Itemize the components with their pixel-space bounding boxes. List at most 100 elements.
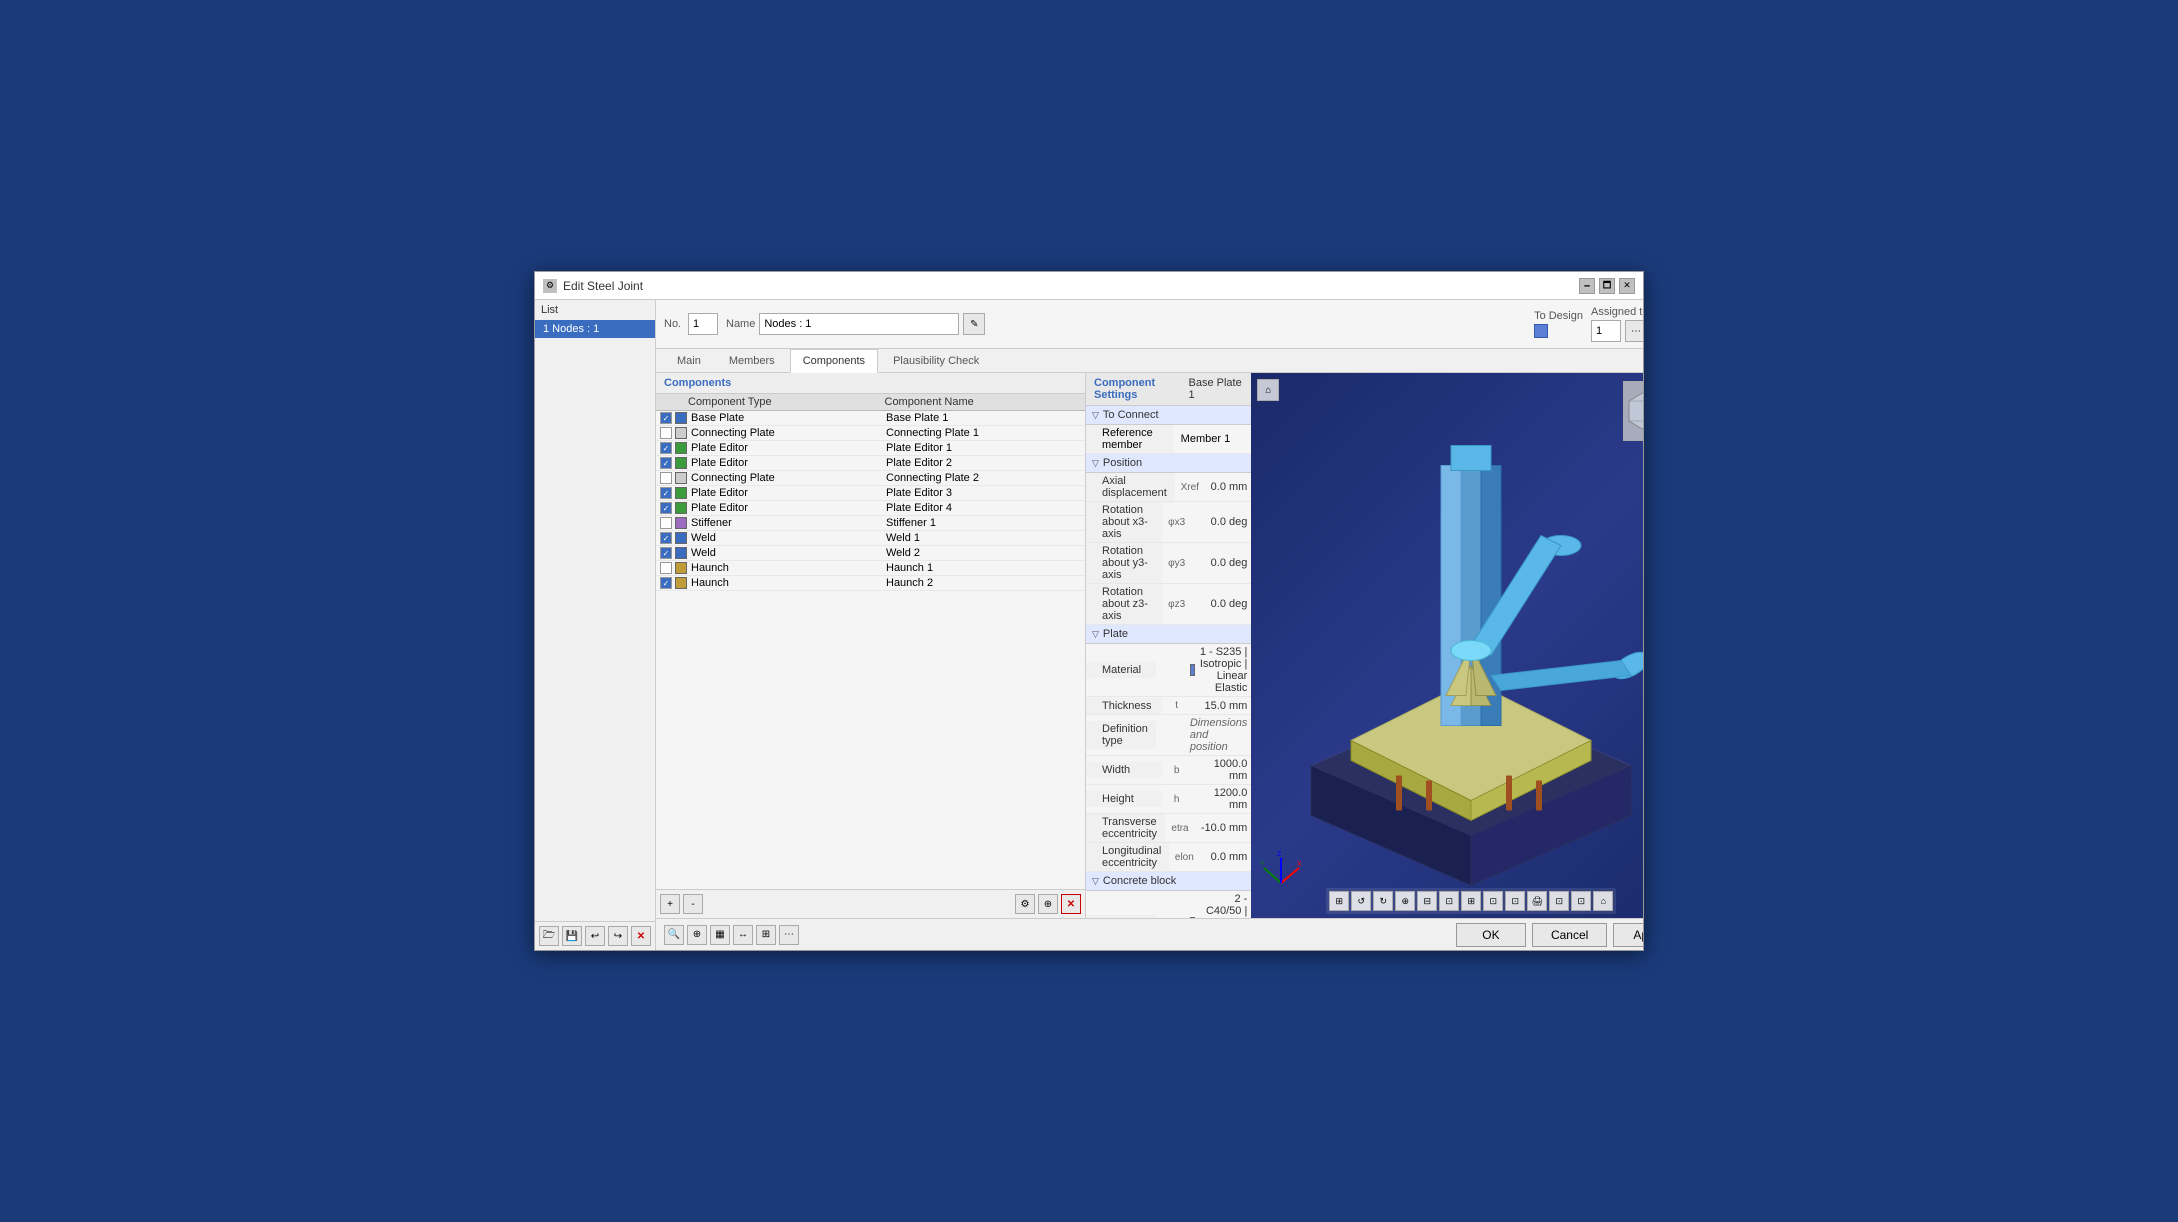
save-btn[interactable]: 💾	[562, 926, 582, 946]
plate-header[interactable]: ▽ Plate	[1086, 625, 1251, 644]
comp-row[interactable]: Haunch Haunch 1	[656, 561, 1085, 576]
position-header[interactable]: ▽ Position	[1086, 454, 1251, 473]
assigned-label: Assigned to Nodes	[1591, 306, 1643, 318]
comp-row[interactable]: ✓ Plate Editor Plate Editor 3	[656, 486, 1085, 501]
titlebar-controls[interactable]: 🗕 🗖 ✕	[1579, 278, 1635, 294]
comp-settings-btn[interactable]: ⚙	[1015, 894, 1035, 914]
comp-type: Stiffener	[691, 517, 886, 529]
comp-row[interactable]: ✓ Plate Editor Plate Editor 2	[656, 456, 1085, 471]
comp-checkbox[interactable]: ✓	[660, 412, 672, 424]
apply-button[interactable]: Apply	[1613, 923, 1643, 947]
comp-row[interactable]: ✓ Weld Weld 2	[656, 546, 1085, 561]
viewer-btn-12[interactable]: ⊡	[1571, 891, 1591, 911]
bottom-bar: 🔍 ⊕ ▦ ↔ ⊞ ⋯ OK Cancel Apply	[656, 918, 1643, 950]
viewer-btn-9[interactable]: ⊡	[1505, 891, 1525, 911]
viewer-btn-6[interactable]: ⊡	[1439, 891, 1459, 911]
name-input[interactable]	[759, 313, 959, 335]
comp-row[interactable]: Connecting Plate Connecting Plate 2	[656, 471, 1085, 486]
concrete-header[interactable]: ▽ Concrete block	[1086, 872, 1251, 891]
bottom-tool-3[interactable]: ▦	[710, 925, 730, 945]
nav-cube-display: Top	[1623, 381, 1643, 441]
bottom-tool-2[interactable]: ⊕	[687, 925, 707, 945]
viewer-btn-7[interactable]: ⊞	[1461, 891, 1481, 911]
viewer-btn-2[interactable]: ↺	[1351, 891, 1371, 911]
cancel-button[interactable]: Cancel	[1532, 923, 1607, 947]
comp-row[interactable]: ✓ Plate Editor Plate Editor 1	[656, 441, 1085, 456]
viewer-btn-3[interactable]: ↻	[1373, 891, 1393, 911]
comp-checkbox[interactable]: ✓	[660, 577, 672, 589]
viewer-btn-11[interactable]: ⊡	[1549, 891, 1569, 911]
tab-members[interactable]: Members	[716, 349, 788, 372]
no-input[interactable]	[688, 313, 718, 335]
comp-row[interactable]: ✓ Weld Weld 1	[656, 531, 1085, 546]
bottom-tool-5[interactable]: ⊞	[756, 925, 776, 945]
prop-value[interactable]: 0.0 mm	[1199, 849, 1251, 865]
prop-value[interactable]: 15.0 mm	[1192, 698, 1252, 714]
delete-btn[interactable]: ✕	[631, 926, 651, 946]
prop-value[interactable]: 1 - S235 | Isotropic | Linear Elastic	[1186, 644, 1252, 696]
comp-remove-btn[interactable]: -	[683, 894, 703, 914]
prop-value[interactable]: 1000.0 mm	[1192, 756, 1252, 784]
viewer-btn-8[interactable]: ⊡	[1483, 891, 1503, 911]
tab-plausibility[interactable]: Plausibility Check	[880, 349, 992, 372]
maximize-button[interactable]: 🗖	[1599, 278, 1615, 294]
comp-checkbox[interactable]	[660, 562, 672, 574]
prop-value[interactable]: 0.0 deg	[1192, 514, 1252, 530]
comp-add-btn[interactable]: +	[660, 894, 680, 914]
viewer-btn-1[interactable]: ⊞	[1329, 891, 1349, 911]
redo-btn[interactable]: ↪	[608, 926, 628, 946]
close-button[interactable]: ✕	[1619, 278, 1635, 294]
comp-copy-btn[interactable]: ⊕	[1038, 894, 1058, 914]
prop-value[interactable]: 0.0 deg	[1192, 555, 1252, 571]
undo-btn[interactable]: ↩	[585, 926, 605, 946]
tab-components[interactable]: Components	[790, 349, 878, 373]
comp-checkbox[interactable]	[660, 517, 672, 529]
tab-main[interactable]: Main	[664, 349, 714, 372]
bottom-tool-4[interactable]: ↔	[733, 925, 753, 945]
ok-button[interactable]: OK	[1456, 923, 1526, 947]
comp-row[interactable]: Stiffener Stiffener 1	[656, 516, 1085, 531]
prop-name: Width	[1086, 762, 1162, 778]
bottom-tool-6[interactable]: ⋯	[779, 925, 799, 945]
comp-checkbox[interactable]: ✓	[660, 532, 672, 544]
comp-delete-btn[interactable]: ✕	[1061, 894, 1081, 914]
prop-value[interactable]: 0.0 mm	[1205, 479, 1252, 495]
prop-value[interactable]: 1200.0 mm	[1192, 785, 1252, 813]
list-item[interactable]: 1 Nodes : 1	[535, 320, 655, 338]
comp-row[interactable]: ✓ Base Plate Base Plate 1	[656, 411, 1085, 426]
bottom-tool-1[interactable]: 🔍	[664, 925, 684, 945]
comp-row[interactable]: ✓ Plate Editor Plate Editor 4	[656, 501, 1085, 516]
position-label: Position	[1103, 457, 1142, 469]
viewer-home-btn[interactable]: ⌂	[1257, 379, 1279, 401]
nav-cube-svg: Top	[1624, 381, 1643, 441]
comp-row[interactable]: Connecting Plate Connecting Plate 1	[656, 426, 1085, 441]
open-btn[interactable]: 🗁	[539, 926, 559, 946]
comp-checkbox[interactable]: ✓	[660, 442, 672, 454]
bottom-right-btns: OK Cancel Apply	[1456, 923, 1643, 947]
comp-color	[675, 472, 687, 484]
comp-row[interactable]: ✓ Haunch Haunch 2	[656, 576, 1085, 591]
prop-value[interactable]: 0.0 deg	[1192, 596, 1252, 612]
to-connect-header[interactable]: ▽ To Connect	[1086, 406, 1251, 425]
viewer-btn-5[interactable]: ⊟	[1417, 891, 1437, 911]
comp-checkbox[interactable]: ✓	[660, 502, 672, 514]
prop-value[interactable]: -10.0 mm	[1195, 820, 1251, 836]
assigned-edit-btn[interactable]: ⋯	[1625, 320, 1643, 342]
to-design-checkbox[interactable]	[1534, 324, 1548, 338]
edit-name-btn[interactable]: ✎	[963, 313, 985, 335]
comp-checkbox[interactable]	[660, 472, 672, 484]
nav-cube[interactable]: Top	[1623, 381, 1643, 441]
assigned-input[interactable]	[1591, 320, 1621, 342]
comp-checkbox[interactable]: ✓	[660, 547, 672, 559]
viewer-btn-4[interactable]: ⊕	[1395, 891, 1415, 911]
comp-checkbox[interactable]: ✓	[660, 457, 672, 469]
viewer-btn-home[interactable]: ⌂	[1593, 891, 1613, 911]
components-header: Components	[656, 373, 1085, 394]
prop-value[interactable]: 2 - C40/50 | Isotropic | Linear Elastic	[1186, 891, 1252, 918]
concrete-section: ▽ Concrete block Material 2 - C40/50 | I…	[1086, 872, 1251, 918]
prop-symbol: φx3	[1162, 517, 1192, 528]
comp-checkbox[interactable]: ✓	[660, 487, 672, 499]
viewer-btn-10[interactable]: 🖨	[1527, 891, 1547, 911]
comp-checkbox[interactable]	[660, 427, 672, 439]
minimize-button[interactable]: 🗕	[1579, 278, 1595, 294]
